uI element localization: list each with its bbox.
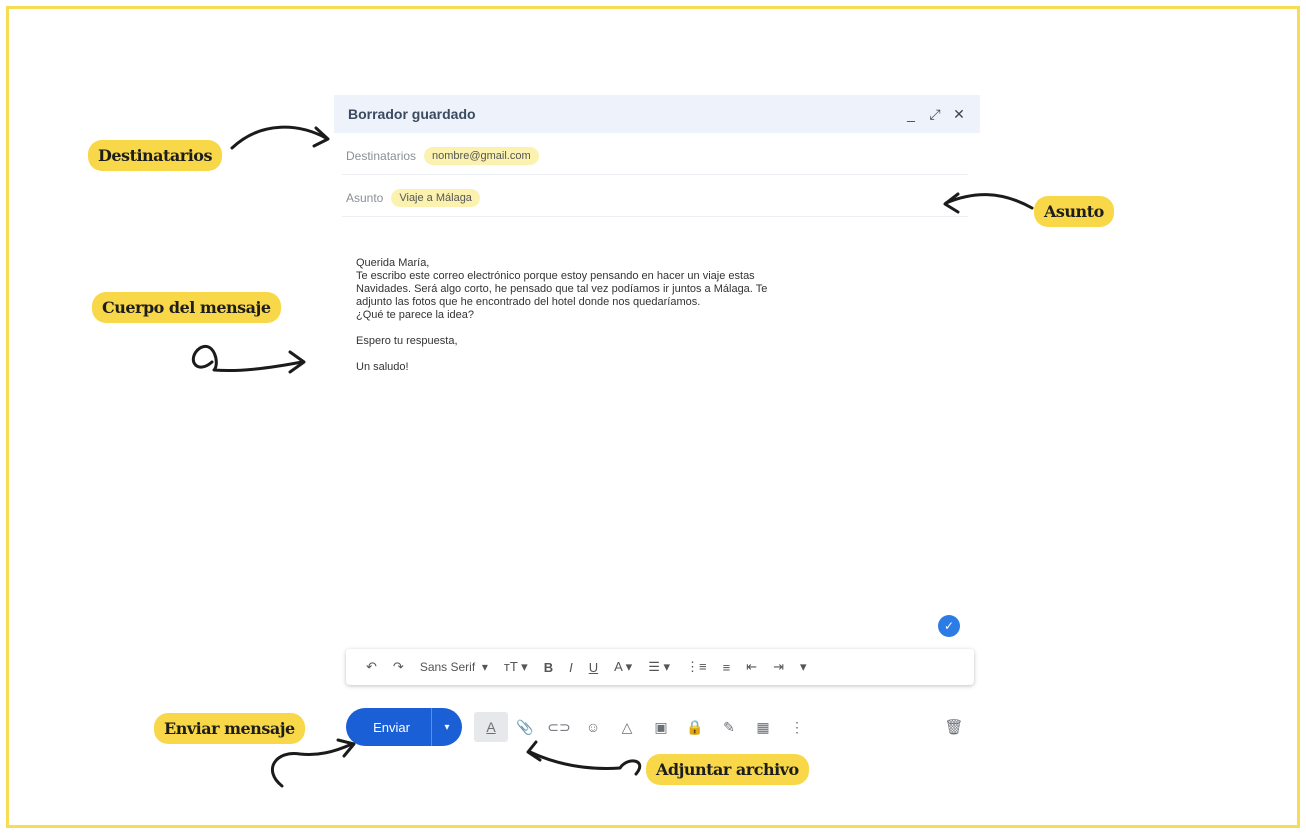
annotation-body: Cuerpo del mensaje	[92, 292, 281, 323]
recipient-chip[interactable]: nombre@gmail.com	[424, 146, 539, 165]
more-formatting-icon[interactable]: ▾	[792, 649, 815, 685]
annotation-subject: Asunto	[1034, 196, 1114, 227]
send-options-icon[interactable]: ▾	[431, 708, 462, 746]
attach-icon[interactable]: 📎	[508, 712, 542, 742]
body-line: adjunto las fotos que he encontrado del …	[356, 296, 701, 308]
signature-icon[interactable]: ✎	[712, 712, 746, 742]
photo-icon[interactable]: ▣	[644, 712, 678, 742]
underline-button[interactable]: U	[581, 649, 606, 685]
recipients-field[interactable]: Destinatarios nombre@gmail.com	[342, 137, 968, 175]
indent-more-icon[interactable]: ⇥	[765, 649, 792, 685]
body-line: ¿Qué te parece la idea?	[356, 309, 475, 321]
minimize-icon[interactable]: _	[904, 106, 918, 122]
window-controls: _ ⤢ ✕	[904, 106, 966, 123]
body-greeting: Querida María,	[356, 257, 430, 269]
chevron-down-icon: ▾	[481, 660, 488, 674]
redo-icon[interactable]: ↷	[385, 649, 412, 685]
close-icon[interactable]: ✕	[952, 106, 966, 122]
confidential-icon[interactable]: 🔒	[678, 712, 712, 742]
subject-label: Asunto	[346, 190, 384, 205]
send-label: Enviar	[373, 719, 410, 735]
compose-window: Borrador guardado _ ⤢ ✕ Destinatarios no…	[334, 95, 980, 759]
compose-title-bar: Borrador guardado _ ⤢ ✕	[334, 95, 980, 133]
font-size-selector[interactable]: тT ▾	[496, 649, 536, 685]
undo-icon[interactable]: ↶	[358, 649, 385, 685]
more-options-icon[interactable]: ⋮	[780, 712, 814, 742]
compose-title: Borrador guardado	[348, 106, 476, 122]
font-selector[interactable]: Sans Serif ▾	[412, 649, 496, 685]
trash-icon[interactable]: 🗑	[942, 715, 966, 739]
subject-field[interactable]: Asunto Viaje a Málaga	[342, 179, 968, 217]
body-line: Navidades. Será algo corto, he pensado q…	[356, 283, 768, 295]
expand-icon[interactable]: ⤢	[928, 106, 942, 122]
send-button[interactable]: Enviar ▾	[346, 708, 462, 746]
recipients-label: Destinatarios	[346, 148, 417, 163]
message-body[interactable]: Querida María, Te escribo este correo el…	[356, 257, 916, 374]
numbered-list-icon[interactable]: ⋮≡	[678, 649, 715, 685]
font-name: Sans Serif	[419, 660, 476, 674]
drive-icon[interactable]: △	[610, 712, 644, 742]
body-closing: Espero tu respuesta,	[356, 335, 458, 347]
body-line: Te escribo este correo electrónico porqu…	[356, 270, 755, 282]
align-button[interactable]: ☰ ▾	[640, 649, 678, 685]
annotation-attach: Adjuntar archivo	[646, 754, 809, 785]
annotation-send: Enviar mensaje	[154, 713, 305, 744]
emoji-icon[interactable]: ☺	[576, 712, 610, 742]
formatting-toolbar: ↶ ↷ Sans Serif ▾ тT ▾ B I U A ▾ ☰ ▾ ⋮≡ ≡…	[346, 649, 974, 685]
formatting-options-icon[interactable]: A	[474, 712, 508, 742]
compose-action-bar: Enviar ▾ A 📎 ⊂⊃ ☺ △ ▣ 🔒 ✎ ▦ ⋮ 🗑	[346, 707, 974, 747]
annotation-recipients: Destinatarios	[88, 140, 222, 171]
indent-less-icon[interactable]: ⇤	[738, 649, 765, 685]
italic-button[interactable]: I	[561, 649, 581, 685]
link-icon[interactable]: ⊂⊃	[542, 712, 576, 742]
subject-value[interactable]: Viaje a Málaga	[391, 188, 480, 207]
bold-button[interactable]: B	[536, 649, 561, 685]
body-signoff: Un saludo!	[356, 361, 409, 373]
text-color-button[interactable]: A ▾	[606, 649, 640, 685]
compose-tools: A 📎 ⊂⊃ ☺ △ ▣ 🔒 ✎ ▦ ⋮	[474, 712, 814, 742]
bulleted-list-icon[interactable]: ≡	[715, 649, 739, 685]
calendar-icon[interactable]: ▦	[746, 712, 780, 742]
assistant-icon[interactable]: ✓	[938, 615, 960, 637]
